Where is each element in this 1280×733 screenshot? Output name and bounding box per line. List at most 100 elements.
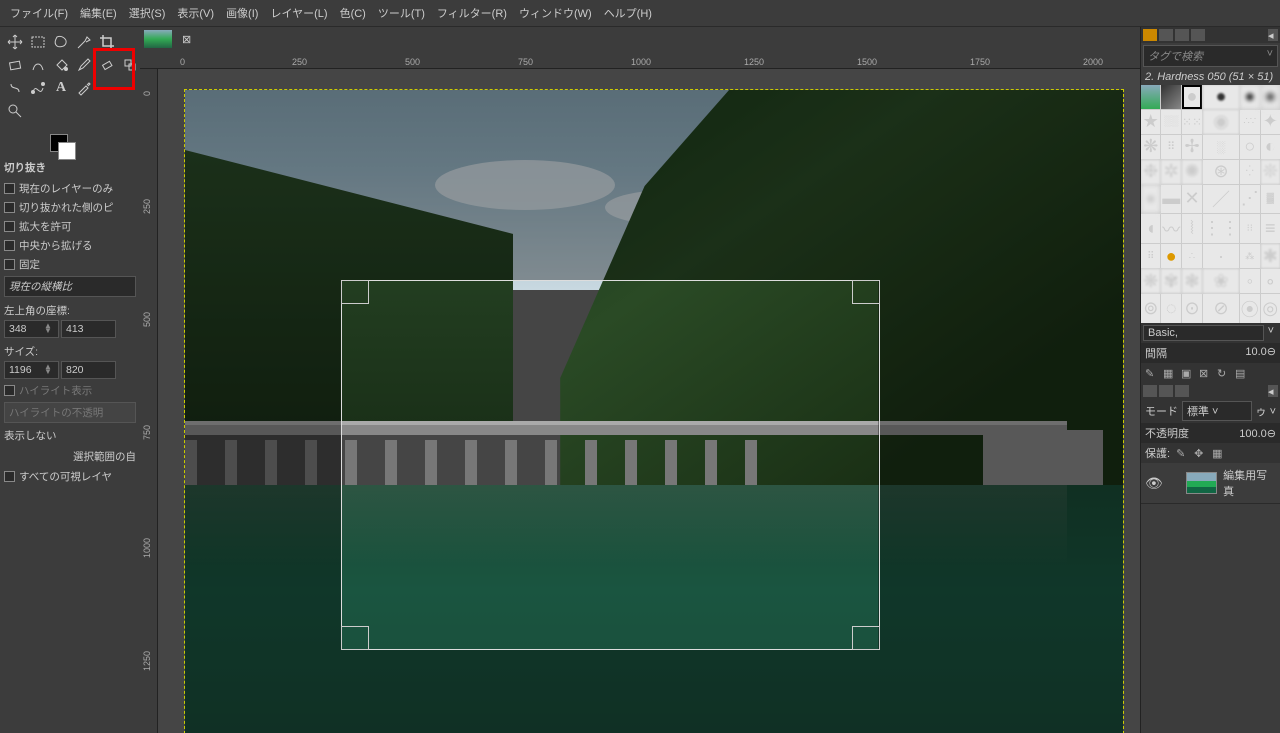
brush-item[interactable]: ● (1182, 85, 1202, 109)
pos-x-field[interactable]: 348▲▼ (4, 320, 59, 338)
text-tool[interactable]: A (50, 77, 72, 99)
path-tool[interactable] (27, 77, 49, 99)
panel-menu-icon[interactable]: ◂ (1268, 385, 1278, 397)
menu-image[interactable]: 画像(I) (220, 2, 264, 24)
lock-alpha-icon[interactable]: ▦ (1212, 447, 1224, 459)
new-brush-icon[interactable]: ▦ (1163, 367, 1175, 379)
brush-item[interactable]: ❉ (1141, 160, 1160, 184)
checkbox-all-visible[interactable] (4, 471, 15, 482)
fuzzy-select-tool[interactable] (73, 31, 95, 53)
menu-edit[interactable]: 編集(E) (74, 2, 123, 24)
history-tab-icon[interactable] (1191, 29, 1205, 41)
brush-item[interactable] (1161, 85, 1180, 109)
refresh-brush-icon[interactable]: ↻ (1217, 367, 1229, 379)
lock-pixels-icon[interactable]: ✎ (1176, 447, 1188, 459)
lock-position-icon[interactable]: ✥ (1194, 447, 1206, 459)
crop-handle-bl[interactable] (341, 626, 369, 650)
layer-row[interactable]: 👁 編集用写真 (1141, 463, 1280, 504)
brush-item[interactable]: ≡ (1261, 214, 1280, 243)
brush-item[interactable]: ✦ (1261, 110, 1280, 134)
brush-item[interactable]: ▬ (1161, 185, 1180, 214)
brush-item[interactable]: ✲ (1161, 160, 1180, 184)
brush-item[interactable]: ○ (1240, 135, 1259, 159)
brush-item[interactable]: ∘ (1261, 269, 1280, 293)
auto-shrink-button[interactable]: 選択範囲の自 (4, 446, 136, 467)
brush-item[interactable]: ⦚ (1182, 214, 1202, 243)
brush-item[interactable]: ❋ (1141, 135, 1160, 159)
brush-item[interactable]: ◦ (1240, 269, 1259, 293)
checkbox-current-layer[interactable] (4, 183, 15, 194)
pos-y-field[interactable]: 413 (61, 320, 116, 338)
patterns-tab-icon[interactable] (1159, 29, 1173, 41)
background-color[interactable] (58, 142, 76, 160)
brush-item[interactable]: ⋮⋮ (1203, 214, 1239, 243)
brush-item[interactable]: ★ (1141, 110, 1160, 134)
color-picker-tool[interactable] (73, 77, 95, 99)
brushes-tab-icon[interactable] (1143, 29, 1157, 41)
menu-file[interactable]: ファイル(F) (4, 2, 74, 24)
open-brush-icon[interactable]: ▤ (1235, 367, 1247, 379)
brush-item[interactable]: ● (1240, 85, 1259, 109)
checkbox-allow-grow[interactable] (4, 221, 15, 232)
menu-view[interactable]: 表示(V) (171, 2, 220, 24)
channels-tab-icon[interactable] (1159, 385, 1173, 397)
brush-item[interactable] (1141, 85, 1160, 109)
brush-item[interactable]: ⁛ (1240, 160, 1259, 184)
rotate-tool[interactable] (4, 54, 26, 76)
menu-layer[interactable]: レイヤー(L) (264, 2, 333, 24)
document-tab[interactable]: ⊠ (140, 27, 1140, 51)
brush-item[interactable]: ● (1141, 185, 1160, 214)
brush-item[interactable]: ⠿ (1161, 135, 1180, 159)
highlight-opacity-field[interactable]: ハイライトの不透明 (4, 402, 136, 423)
brush-item[interactable]: ✢ (1182, 135, 1202, 159)
brush-item[interactable]: ◎ (1261, 294, 1280, 323)
mode-reset-icon[interactable]: ゥ ˅ (1256, 403, 1276, 419)
bucket-tool[interactable] (50, 54, 72, 76)
rect-select-tool[interactable] (27, 31, 49, 53)
color-selector[interactable] (0, 126, 140, 156)
brush-item[interactable]: ● (1203, 85, 1239, 109)
brush-item[interactable]: ◖ (1141, 214, 1160, 243)
size-w-field[interactable]: 1196▲▼ (4, 361, 59, 379)
brush-item[interactable]: ／ (1203, 185, 1239, 214)
zoom-tool[interactable] (4, 100, 26, 122)
size-h-field[interactable]: 820 (61, 361, 116, 379)
menu-select[interactable]: 選択(S) (123, 2, 172, 24)
brush-item[interactable]: ⁝⁝ (1240, 214, 1259, 243)
brush-item[interactable]: ⠿ (1141, 244, 1160, 268)
opacity-value[interactable]: 100.0⊖ (1239, 427, 1276, 440)
brush-item[interactable]: ❊ (1261, 160, 1280, 184)
menu-help[interactable]: ヘルプ(H) (598, 2, 658, 24)
brush-item[interactable]: ✕ (1182, 185, 1202, 214)
checkbox-fixed[interactable] (4, 259, 15, 270)
checkbox-delete-cropped[interactable] (4, 202, 15, 213)
layer-name[interactable]: 編集用写真 (1223, 467, 1276, 499)
brush-item[interactable]: ❀ (1203, 269, 1239, 293)
brush-item[interactable]: ░░ (1161, 110, 1180, 134)
brush-item[interactable]: ✾ (1161, 269, 1180, 293)
paths-tab-icon[interactable] (1175, 385, 1189, 397)
brush-item[interactable]: ● (1261, 85, 1280, 109)
delete-brush-icon[interactable]: ⊠ (1199, 367, 1211, 379)
close-tab-icon[interactable]: ⊠ (182, 33, 191, 46)
brush-item[interactable]: ⊚ (1141, 294, 1160, 323)
tag-search-field[interactable]: タグで検索˅ (1143, 45, 1278, 67)
checkbox-expand-center[interactable] (4, 240, 15, 251)
brush-item[interactable]: ∴∵ (1240, 110, 1259, 134)
fonts-tab-icon[interactable] (1175, 29, 1189, 41)
menu-windows[interactable]: ウィンドウ(W) (513, 2, 598, 24)
menu-tools[interactable]: ツール(T) (372, 2, 431, 24)
checkbox-highlight[interactable] (4, 385, 15, 396)
crop-handle-tr[interactable] (852, 280, 880, 304)
brush-item[interactable]: ⊘ (1203, 294, 1239, 323)
blend-mode-select[interactable]: 標準 ˅ (1182, 401, 1252, 421)
vertical-ruler[interactable]: 0 250 500 750 1000 1250 (140, 69, 158, 733)
crop-handle-br[interactable] (852, 626, 880, 650)
horizontal-ruler[interactable]: 0 250 500 750 1000 1250 1500 1750 2000 (140, 51, 1140, 69)
brush-item[interactable]: ✺ (1182, 160, 1202, 184)
brush-preset-select[interactable]: Basic, (1143, 325, 1264, 341)
brush-item[interactable]: ⋰ (1240, 185, 1259, 214)
brush-item[interactable]: ✱ (1261, 244, 1280, 268)
guides-dropdown[interactable]: 表示しない (4, 425, 136, 446)
menu-colors[interactable]: 色(C) (334, 2, 372, 24)
